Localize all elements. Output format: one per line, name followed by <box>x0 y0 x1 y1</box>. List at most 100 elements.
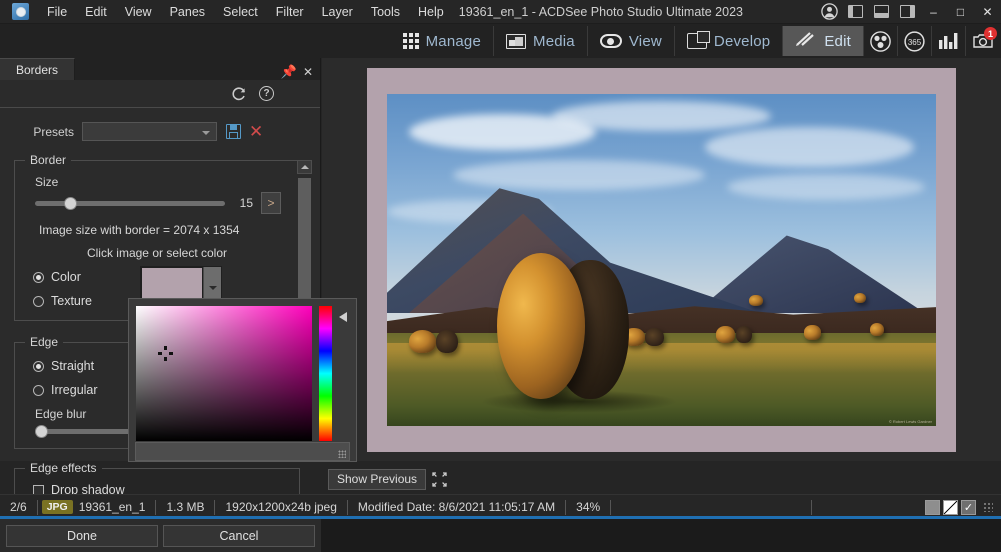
fill-option-color[interactable]: Color <box>33 270 140 284</box>
chart-icon[interactable] <box>931 26 965 56</box>
edge-option-irregular-label: Irregular <box>51 383 98 397</box>
camera-icon[interactable]: 1 <box>965 26 999 56</box>
border-group: Border Size 15 > Image size with border … <box>14 153 300 321</box>
photo-canvas[interactable]: © Robert Lewis Gardner <box>387 94 936 426</box>
resize-grip-icon-status[interactable] <box>983 502 993 512</box>
size-label: Size <box>35 175 59 189</box>
app-logo-icon <box>12 3 29 20</box>
image-size-text: Image size with border = 2074 x 1354 <box>39 223 240 237</box>
maximize-button[interactable]: □ <box>947 0 974 24</box>
tab-edit-label: Edit <box>824 32 851 50</box>
bottom-panel-icon[interactable] <box>868 0 894 24</box>
crosshair-icon <box>158 346 173 361</box>
save-icon[interactable] <box>226 124 241 139</box>
right-panel-icon[interactable] <box>894 0 920 24</box>
camera-badge: 1 <box>984 27 997 40</box>
show-previous-controls: Show Previous <box>328 468 447 490</box>
365-icon[interactable]: 365 <box>897 26 931 56</box>
delete-icon[interactable]: ✕ <box>249 123 263 140</box>
tab-media-label: Media <box>533 32 575 50</box>
size-slider-row: 15 > <box>25 192 289 214</box>
status-divider <box>36 499 38 515</box>
menu-item-layer[interactable]: Layer <box>313 2 362 22</box>
solid-square-icon[interactable] <box>925 499 940 515</box>
color-picker-footer[interactable] <box>135 442 350 461</box>
saturation-value-field[interactable] <box>136 306 312 441</box>
radio-texture-icon <box>33 295 44 307</box>
mode-tab-bar: Manage Media View Develop Edit 365 1 <box>0 24 1001 58</box>
checkmark-icon[interactable]: ✓ <box>961 499 976 515</box>
menu-bar: File Edit View Panes Select Filter Layer… <box>0 0 1001 24</box>
menu-item-panes[interactable]: Panes <box>161 2 214 22</box>
fill-option-color-label: Color <box>51 270 81 284</box>
photo-bale-front <box>496 253 585 400</box>
bordered-image[interactable]: © Robert Lewis Gardner <box>367 68 956 452</box>
presets-dropdown[interactable] <box>82 122 217 141</box>
edge-effects-legend: Edge effects <box>30 461 97 475</box>
close-button[interactable]: ✕ <box>974 0 1001 24</box>
radio-color-icon <box>33 271 44 283</box>
done-button[interactable]: Done <box>6 524 158 547</box>
develop-icon <box>686 31 710 49</box>
presets-row: Presets ✕ <box>0 108 320 141</box>
person-icon[interactable] <box>816 0 842 24</box>
panel-tab-borders[interactable]: Borders <box>0 58 76 80</box>
minimize-button[interactable]: – <box>920 0 947 24</box>
close-icon[interactable]: ✕ <box>303 65 313 79</box>
status-position: 2/6 <box>10 500 27 514</box>
status-divider-7 <box>811 499 813 515</box>
menu-item-file[interactable]: File <box>38 2 76 22</box>
resize-grip-icon[interactable] <box>338 450 346 458</box>
tab-develop-label: Develop <box>713 32 771 50</box>
hue-slider[interactable] <box>319 306 332 441</box>
tab-view-label: View <box>628 32 662 50</box>
presets-label: Presets <box>33 124 74 139</box>
menu-item-tools[interactable]: Tools <box>362 2 409 22</box>
tab-media[interactable]: Media <box>493 26 587 56</box>
application-window: File Edit View Panes Select Filter Layer… <box>0 0 1001 552</box>
photo-watermark: © Robert Lewis Gardner <box>888 419 932 424</box>
help-icon[interactable]: ? <box>259 86 274 101</box>
menu-item-help[interactable]: Help <box>409 2 453 22</box>
window-title: 19361_en_1 - ACDSee Photo Studio Ultimat… <box>458 4 743 19</box>
window-right-controls: – □ ✕ <box>816 0 1001 24</box>
people-icon[interactable] <box>863 26 897 56</box>
pin-icon[interactable]: 📌 <box>281 64 297 80</box>
edge-option-straight-label: Straight <box>51 359 95 373</box>
panel-action-bar: Done Cancel <box>0 519 321 552</box>
status-divider-6 <box>610 499 612 515</box>
tab-manage[interactable]: Manage <box>391 26 493 56</box>
edit-brush-icon <box>795 30 817 52</box>
radio-irregular-icon <box>33 384 44 396</box>
menu-item-select[interactable]: Select <box>214 2 267 22</box>
color-picker-popup[interactable] <box>128 298 357 462</box>
status-right-icons: ✓ <box>925 499 1001 515</box>
image-viewer: © Robert Lewis Gardner <box>322 58 1001 461</box>
scroll-up-arrow-icon[interactable] <box>297 160 312 174</box>
svg-text:365: 365 <box>908 38 922 47</box>
tab-view[interactable]: View <box>586 26 674 56</box>
eye-icon <box>599 34 622 48</box>
size-value: 15 <box>239 196 253 210</box>
photo-field-glow <box>387 343 936 373</box>
media-icon <box>506 33 526 49</box>
split-square-icon[interactable] <box>943 499 958 515</box>
menu-item-filter[interactable]: Filter <box>267 2 313 22</box>
fill-option-texture[interactable]: Texture <box>33 294 140 308</box>
size-slider[interactable] <box>35 196 225 210</box>
menu-item-edit[interactable]: Edit <box>76 2 116 22</box>
panel-tab-controls: 📌 ✕ <box>281 64 320 80</box>
status-filename: 19361_en_1 <box>78 500 146 514</box>
status-format-badge: JPG <box>41 500 73 514</box>
panel-toolbar: ? <box>0 80 320 108</box>
tab-edit[interactable]: Edit <box>782 26 863 56</box>
tab-develop[interactable]: Develop <box>673 26 782 56</box>
menu-item-view[interactable]: View <box>116 2 161 22</box>
reset-icon[interactable] <box>231 86 247 102</box>
expand-icon[interactable] <box>432 471 447 487</box>
panel-tab-strip: Borders 📌 ✕ <box>0 58 320 80</box>
left-panel-icon[interactable] <box>842 0 868 24</box>
cancel-button[interactable]: Cancel <box>163 524 315 547</box>
show-previous-button[interactable]: Show Previous <box>328 468 427 490</box>
size-expand-button[interactable]: > <box>261 192 281 214</box>
